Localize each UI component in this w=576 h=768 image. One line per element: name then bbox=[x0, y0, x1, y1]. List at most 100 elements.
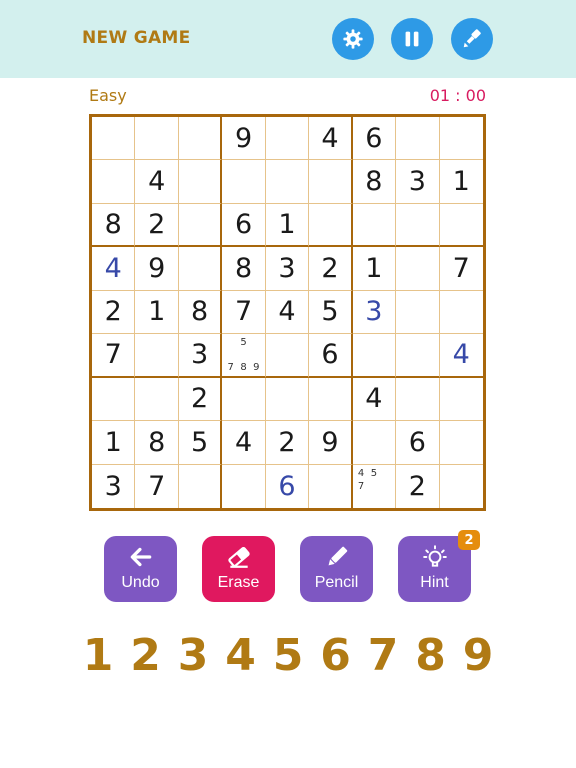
board-cell[interactable] bbox=[92, 117, 136, 161]
board-cell[interactable] bbox=[440, 465, 483, 508]
board-cell[interactable]: 1 bbox=[135, 290, 179, 335]
board-cell[interactable]: 6 bbox=[266, 464, 310, 508]
board-cell[interactable]: 8 bbox=[178, 290, 223, 335]
board-cell[interactable]: 2 bbox=[135, 203, 179, 248]
board-cell[interactable] bbox=[352, 203, 397, 248]
board-cell[interactable] bbox=[135, 117, 179, 161]
board-cell[interactable]: 9 bbox=[222, 117, 266, 161]
board-cell[interactable] bbox=[179, 464, 223, 508]
board-cell[interactable]: 7 bbox=[222, 290, 266, 335]
board-cell[interactable]: 6 bbox=[396, 421, 440, 465]
board-cell[interactable]: 2 bbox=[396, 464, 440, 508]
pencil-note bbox=[380, 480, 393, 493]
board-cell[interactable] bbox=[396, 117, 440, 161]
board-cell[interactable]: 3 bbox=[396, 160, 440, 204]
board-cell[interactable]: 3 bbox=[352, 290, 397, 335]
number-button-8[interactable]: 8 bbox=[411, 630, 451, 690]
board-cell[interactable]: 2 bbox=[309, 247, 353, 291]
board-cell[interactable] bbox=[135, 334, 179, 378]
board-cell[interactable] bbox=[439, 291, 483, 335]
board-cell[interactable] bbox=[222, 464, 266, 508]
board-cell[interactable]: 6 bbox=[352, 117, 397, 161]
board-cell[interactable]: 5 bbox=[309, 290, 353, 335]
board-cell[interactable] bbox=[178, 160, 223, 204]
board-cell[interactable]: 4 bbox=[92, 247, 136, 291]
pencil-note bbox=[224, 349, 237, 361]
board-cell[interactable] bbox=[396, 334, 440, 378]
board-cell[interactable]: 1 bbox=[265, 203, 310, 248]
board-cell[interactable] bbox=[309, 160, 353, 204]
board-cell[interactable] bbox=[92, 160, 136, 204]
board-cell[interactable] bbox=[265, 334, 310, 378]
board-cell[interactable]: 8 bbox=[352, 160, 397, 204]
board-cell[interactable]: 5 789 bbox=[222, 334, 266, 378]
board-cell[interactable]: 7 bbox=[135, 464, 179, 508]
board-cell[interactable] bbox=[439, 421, 483, 465]
board-cell[interactable]: 5 bbox=[178, 421, 223, 465]
board-cell[interactable]: 2 bbox=[92, 290, 136, 335]
board-cell[interactable]: 2 bbox=[178, 377, 223, 422]
board-cell[interactable]: 7 bbox=[92, 334, 136, 378]
board-cell[interactable] bbox=[92, 377, 136, 422]
board-cell[interactable] bbox=[265, 160, 310, 204]
board-cell[interactable]: 4 bbox=[135, 160, 179, 204]
board-cell[interactable] bbox=[396, 203, 440, 248]
board-cell[interactable]: 2 bbox=[265, 421, 310, 465]
board-cell[interactable]: 1 bbox=[352, 247, 397, 291]
board-cell[interactable] bbox=[439, 378, 483, 422]
board-cell[interactable] bbox=[352, 334, 397, 378]
board-cell[interactable]: 4 bbox=[309, 117, 353, 161]
pencil-button[interactable]: Pencil bbox=[300, 536, 373, 602]
board-cell[interactable] bbox=[265, 377, 310, 422]
board-cell[interactable] bbox=[135, 377, 179, 422]
board-cell[interactable]: 6 bbox=[309, 334, 353, 378]
number-button-5[interactable]: 5 bbox=[268, 630, 308, 690]
board-cell[interactable] bbox=[265, 117, 310, 161]
board-cell[interactable]: 1 bbox=[92, 421, 136, 465]
board-cell[interactable]: 3 bbox=[178, 334, 223, 378]
new-game-button[interactable]: NEW GAME bbox=[82, 28, 191, 48]
board-cell[interactable]: 3 bbox=[92, 464, 136, 508]
board-cell[interactable]: 9 bbox=[135, 247, 179, 291]
pause-button[interactable] bbox=[391, 18, 433, 60]
board-cell[interactable]: 8 bbox=[222, 247, 266, 291]
board-cell[interactable] bbox=[309, 464, 353, 508]
erase-button[interactable]: Erase bbox=[202, 536, 275, 602]
number-button-4[interactable]: 4 bbox=[221, 630, 261, 690]
board-cell[interactable] bbox=[439, 204, 483, 248]
board-cell[interactable]: 9 bbox=[309, 421, 353, 465]
board-cell[interactable]: 4 bbox=[265, 290, 310, 335]
board-cell[interactable] bbox=[222, 160, 266, 204]
board-cell[interactable] bbox=[396, 247, 440, 291]
board-cell[interactable] bbox=[309, 203, 353, 248]
board-cell[interactable] bbox=[352, 421, 397, 465]
board-cell[interactable]: 4 bbox=[222, 421, 266, 465]
number-button-1[interactable]: 1 bbox=[78, 630, 118, 690]
number-button-9[interactable]: 9 bbox=[458, 630, 498, 690]
board-cell[interactable] bbox=[396, 290, 440, 335]
board-cell[interactable]: 4 bbox=[439, 334, 483, 378]
board-cell[interactable] bbox=[222, 377, 266, 422]
board-cell[interactable] bbox=[396, 377, 440, 422]
hint-label: Hint bbox=[420, 574, 449, 591]
number-button-3[interactable]: 3 bbox=[173, 630, 213, 690]
board-cell[interactable]: 8 bbox=[92, 203, 136, 248]
settings-button[interactable] bbox=[332, 18, 374, 60]
board-cell[interactable]: 8 bbox=[135, 421, 179, 465]
board-cell[interactable] bbox=[309, 377, 353, 422]
board-cell[interactable]: 7 bbox=[439, 247, 483, 291]
number-button-7[interactable]: 7 bbox=[363, 630, 403, 690]
number-button-6[interactable]: 6 bbox=[316, 630, 356, 690]
board-cell[interactable] bbox=[178, 203, 223, 248]
board-cell[interactable]: 4 bbox=[352, 377, 397, 422]
undo-button[interactable]: Undo bbox=[104, 536, 177, 602]
board-cell[interactable]: 457 bbox=[353, 464, 397, 508]
board-cell[interactable]: 6 bbox=[222, 203, 266, 248]
board-cell[interactable] bbox=[178, 247, 223, 291]
board-cell[interactable]: 3 bbox=[265, 247, 310, 291]
number-button-2[interactable]: 2 bbox=[126, 630, 166, 690]
board-cell[interactable]: 1 bbox=[439, 160, 483, 204]
board-cell[interactable] bbox=[439, 117, 483, 161]
board-cell[interactable] bbox=[178, 117, 223, 161]
theme-button[interactable] bbox=[451, 18, 493, 60]
